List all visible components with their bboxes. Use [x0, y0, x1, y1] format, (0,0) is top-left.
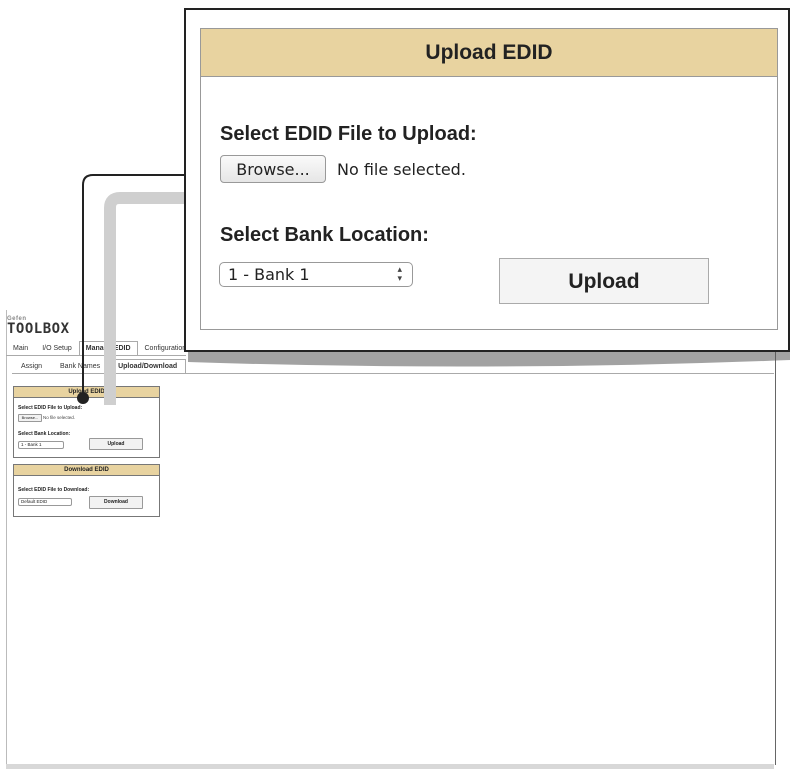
mini-download-select-value: Default EDID	[21, 499, 48, 504]
mini-upload-panel: Upload EDID Select EDID File to Upload: …	[13, 386, 160, 458]
bank-location-label: Select Bank Location:	[220, 224, 429, 246]
mini-download-panel: Download EDID Select EDID File to Downlo…	[13, 464, 160, 517]
main-tab-bar: Main I/O Setup Manage EDID Configuration	[6, 341, 193, 356]
select-arrows-icon: ▴ ▾	[397, 265, 402, 284]
mini-bank-select-value: 1 - Bank 1	[21, 442, 42, 447]
browse-button[interactable]: Browse...	[220, 155, 326, 183]
upload-edid-title: Upload EDID	[201, 29, 777, 77]
upload-button[interactable]: Upload	[499, 258, 709, 304]
sub-tab-bar: Assign Bank Names Upload/Download	[12, 359, 187, 374]
logo-title: TOOLBOX	[7, 321, 70, 337]
zoom-callout: Upload EDID Select EDID File to Upload: …	[184, 8, 790, 352]
mini-bank-label: Select Bank Location:	[18, 431, 71, 437]
mini-bank-select[interactable]: 1 - Bank 1	[18, 441, 64, 449]
tab-divider	[6, 355, 186, 356]
mini-download-button[interactable]: Download	[89, 496, 143, 509]
bank-select-value: 1 - Bank 1	[228, 265, 310, 284]
mini-download-title: Download EDID	[14, 465, 159, 476]
bank-location-select[interactable]: 1 - Bank 1 ▴ ▾	[219, 262, 413, 287]
mini-upload-button[interactable]: Upload	[89, 438, 143, 450]
subtab-upload-download[interactable]: Upload/Download	[109, 359, 187, 374]
mini-browse-button[interactable]: Browse...	[18, 414, 42, 422]
app-frame	[6, 310, 776, 765]
upload-edid-panel: Upload EDID Select EDID File to Upload: …	[200, 28, 778, 330]
file-status: No file selected.	[337, 160, 466, 179]
mini-download-select[interactable]: Default EDID	[18, 498, 72, 506]
bottom-scrollbar[interactable]	[6, 764, 774, 769]
app-logo: Gefen TOOLBOX	[7, 316, 70, 338]
mini-upload-title: Upload EDID	[14, 387, 159, 398]
mini-upload-file-label: Select EDID File to Upload:	[18, 405, 83, 411]
file-upload-label: Select EDID File to Upload:	[220, 123, 477, 145]
subtab-divider	[12, 373, 774, 374]
tab-manage-edid[interactable]: Manage EDID	[78, 341, 138, 356]
zoom-shadow	[188, 352, 790, 367]
mini-file-status: No file selected.	[43, 415, 76, 420]
mini-download-file-label: Select EDID File to Download:	[18, 487, 90, 493]
